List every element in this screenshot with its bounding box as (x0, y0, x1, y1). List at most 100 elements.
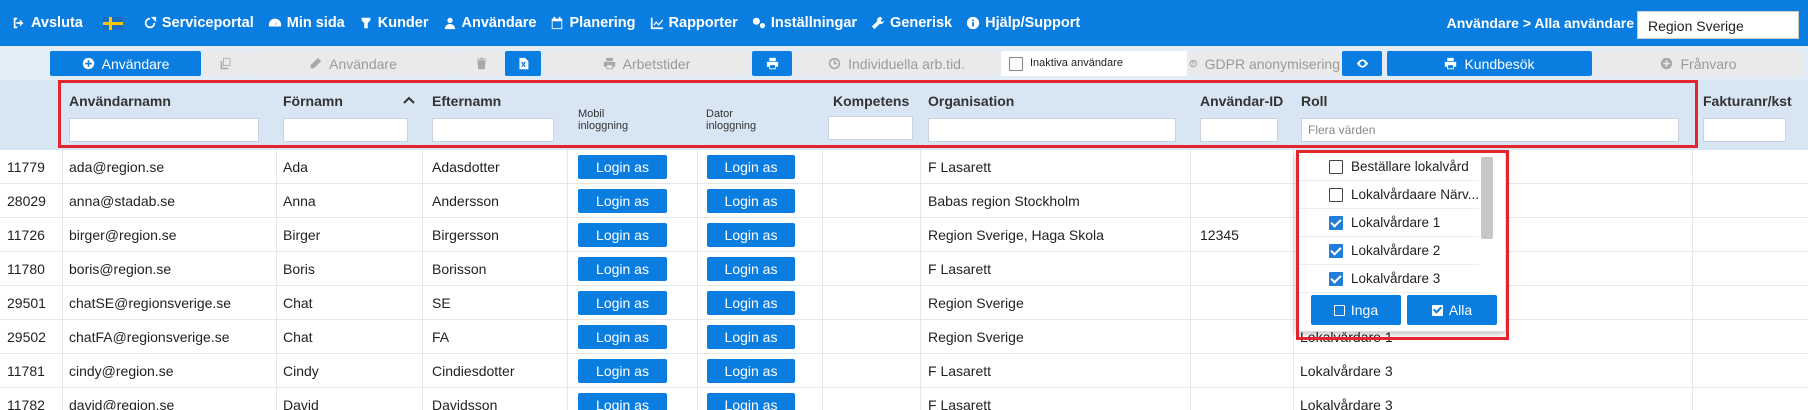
col-user-id-header[interactable]: Användar-ID (1200, 93, 1283, 109)
col-firstname-header[interactable]: Förnamn (283, 93, 343, 109)
delete-user-button[interactable] (459, 51, 503, 76)
table-row[interactable]: 11782 david@region.se David Davidsson Lo… (0, 388, 1808, 410)
nav-anvandare[interactable]: Användare (436, 0, 544, 46)
nav-kunder[interactable]: Kunder (352, 0, 436, 46)
export-excel-button[interactable] (505, 51, 541, 76)
table-row[interactable]: 29502 chatFA@regionsverige.se Chat FA Lo… (0, 320, 1808, 354)
printer-icon (1445, 57, 1457, 70)
nav-logout[interactable]: Avsluta (0, 0, 90, 46)
role-option-checkbox[interactable] (1329, 244, 1343, 258)
edit-user-button[interactable]: Användare (249, 51, 457, 76)
mobile-login-as-button[interactable]: Login as (578, 155, 667, 179)
view-button[interactable] (1342, 51, 1382, 76)
table-row[interactable]: 11780 boris@region.se Boris Borisson Log… (0, 252, 1808, 286)
competence-filter[interactable] (828, 116, 913, 140)
computer-login-as-button[interactable]: Login as (707, 325, 795, 349)
role-option-checkbox[interactable] (1329, 188, 1343, 202)
col-invoice-header[interactable]: Fakturanr/kst (1703, 93, 1792, 109)
sort-ascending-icon[interactable] (403, 96, 415, 104)
select-none-button[interactable]: Inga (1311, 295, 1401, 325)
nav-hjalp-support[interactable]: Hjälp/Support (959, 0, 1087, 46)
firstname-cell: Chat (283, 329, 313, 345)
inactive-users-checkbox[interactable] (1009, 56, 1023, 71)
region-select[interactable]: Region Sverige (1637, 11, 1799, 39)
role-option-checkbox[interactable] (1329, 216, 1343, 230)
firstname-filter[interactable] (283, 118, 408, 142)
computer-login-as-button[interactable]: Login as (707, 393, 795, 410)
computer-login-as-button[interactable]: Login as (707, 223, 795, 247)
role-option[interactable]: Lokalvårdare 3 (1297, 265, 1479, 293)
role-filter[interactable]: Flera värden (1301, 118, 1679, 142)
nav-language[interactable] (90, 0, 136, 46)
customer-visit-button[interactable]: Kundbesök (1387, 51, 1592, 76)
col-username-header[interactable]: Användarnamn (69, 93, 171, 109)
individual-work-times-button[interactable]: Individuella arb.tid. (794, 51, 999, 76)
mobile-login-as-button[interactable]: Login as (578, 291, 667, 315)
breadcrumb: Användare > Alla användare (1446, 15, 1634, 31)
organisation-cell: Region Sverige, Haga Skola (928, 227, 1104, 243)
table-row[interactable]: 11779 ada@region.se Ada Adasdotter Login… (0, 150, 1808, 184)
organisation-cell: Babas region Stockholm (928, 193, 1080, 209)
work-times-button[interactable]: Arbetstider (543, 51, 750, 76)
computer-login-as-button[interactable]: Login as (707, 359, 795, 383)
gdpr-button[interactable]: GDPR anonymisering (1189, 51, 1340, 76)
computer-login-as-button[interactable]: Login as (707, 291, 795, 315)
row-id: 28029 (7, 193, 46, 209)
inactive-users-toggle[interactable]: Inaktiva användare (1001, 51, 1187, 76)
organisation-cell: F Lasarett (928, 397, 992, 410)
col-organisation-header[interactable]: Organisation (928, 93, 1014, 109)
role-option[interactable]: Beställare lokalvård (1297, 153, 1479, 181)
dropdown-scrollbar[interactable] (1481, 157, 1493, 239)
mobile-login-as-button[interactable]: Login as (578, 359, 667, 383)
absence-label: Frånvaro (1680, 55, 1737, 72)
col-lastname-header[interactable]: Efternamn (432, 93, 501, 109)
mobile-login-as-button[interactable]: Login as (578, 393, 667, 410)
nav-min-sida[interactable]: Min sida (261, 0, 352, 46)
role-option-checkbox[interactable] (1329, 272, 1343, 286)
role-option[interactable]: Lokalvårdaare Närv... (1297, 181, 1479, 209)
nav-rapporter[interactable]: Rapporter (643, 0, 745, 46)
customer-icon (361, 17, 371, 29)
table-row[interactable]: 11726 birger@region.se Birger Birgersson… (0, 218, 1808, 252)
computer-login-as-button[interactable]: Login as (707, 257, 795, 281)
col-mobile-login-header[interactable]: Mobil inloggning (578, 108, 648, 132)
table-row[interactable]: 11781 cindy@region.se Cindy Cindiesdotte… (0, 354, 1808, 388)
nav-logout-label: Avsluta (31, 15, 83, 31)
table-row[interactable]: 28029 anna@stadab.se Anna Andersson Logi… (0, 184, 1808, 218)
role-option[interactable]: Lokalvårdare 2 (1297, 237, 1479, 265)
organisation-filter[interactable] (928, 118, 1176, 142)
nav-planering[interactable]: Planering (543, 0, 642, 46)
nav-hjalp-support-label: Hjälp/Support (985, 15, 1081, 31)
nav-installningar[interactable]: Inställningar (745, 0, 864, 46)
gdpr-label: GDPR anonymisering (1204, 55, 1340, 72)
table-row[interactable]: 29501 chatSE@regionsverige.se Chat SE Lo… (0, 286, 1808, 320)
mobile-login-as-button[interactable]: Login as (578, 325, 667, 349)
organisation-cell: Region Sverige (928, 295, 1024, 311)
print-icon (603, 57, 615, 70)
computer-login-as-button[interactable]: Login as (707, 155, 795, 179)
nav-rapporter-label: Rapporter (668, 15, 738, 31)
add-user-button[interactable]: Användare (50, 51, 201, 76)
mobile-login-as-button[interactable]: Login as (578, 189, 667, 213)
mobile-login-as-button[interactable]: Login as (578, 223, 667, 247)
col-competence-header[interactable]: Kompetens (833, 93, 909, 109)
role-option-checkbox[interactable] (1329, 160, 1343, 174)
firstname-cell: Boris (283, 261, 315, 277)
copy-user-button[interactable] (203, 51, 247, 76)
nav-generisk[interactable]: Generisk (864, 0, 959, 46)
username-cell: chatFA@regionsverige.se (69, 329, 230, 345)
role-option[interactable]: Lokalvårdare 1 (1297, 209, 1479, 237)
username-filter[interactable] (69, 118, 259, 142)
col-computer-login-header[interactable]: Dator inloggning (706, 108, 776, 132)
user-id-filter[interactable] (1200, 118, 1278, 142)
absence-button[interactable]: Frånvaro (1594, 51, 1803, 76)
firstname-cell: Anna (283, 193, 316, 209)
col-role-header[interactable]: Roll (1301, 93, 1327, 109)
lastname-filter[interactable] (432, 118, 554, 142)
select-all-button[interactable]: Alla (1407, 295, 1497, 325)
computer-login-as-button[interactable]: Login as (707, 189, 795, 213)
mobile-login-as-button[interactable]: Login as (578, 257, 667, 281)
invoice-filter[interactable] (1703, 118, 1786, 142)
print-button[interactable] (752, 51, 792, 76)
nav-serviceportal[interactable]: Serviceportal (136, 0, 261, 46)
